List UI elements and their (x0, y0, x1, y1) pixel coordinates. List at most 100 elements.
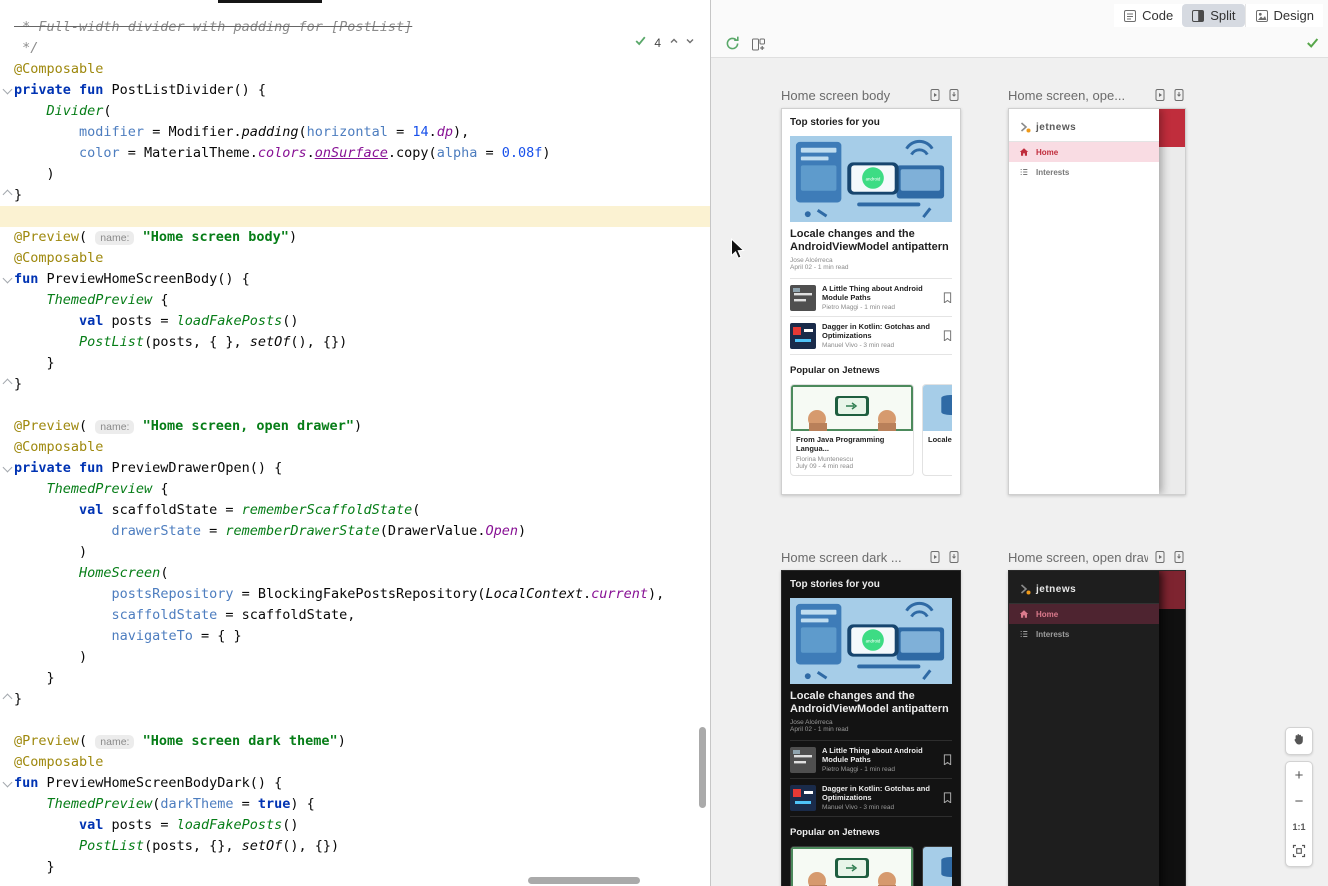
code-line[interactable]: @Composable (0, 437, 710, 458)
interactive-preview-icon[interactable] (1153, 88, 1167, 102)
code-line[interactable]: navigateTo = { } (0, 626, 710, 647)
code-line[interactable]: val posts = loadFakePosts() (0, 815, 710, 836)
code-lines[interactable]: * Full-width divider with padding for [P… (0, 17, 710, 878)
split-view-button[interactable]: Split (1182, 4, 1244, 27)
code-line[interactable]: val scaffoldState = rememberScaffoldStat… (0, 500, 710, 521)
code-line[interactable]: @Preview( name: "Home screen, open drawe… (0, 416, 710, 437)
code-line[interactable]: val posts = loadFakePosts() (0, 311, 710, 332)
jetnews-logo: jetnews (1009, 109, 1159, 141)
code-line[interactable]: fun PreviewHomeScreenBody() { (0, 269, 710, 290)
code-line[interactable]: @Composable (0, 752, 710, 773)
code-line[interactable]: postsRepository = BlockingFakePostsRepos… (0, 584, 710, 605)
preview-slot-home-screen-dark[interactable]: Home screen dark ... Top stories for you… (781, 544, 961, 886)
refresh-preview-icon[interactable] (724, 35, 741, 52)
popular-card[interactable]: Locale changes and the Andr... (922, 846, 952, 886)
post-row[interactable]: A Little Thing about Android Module Path… (790, 741, 952, 778)
drawer-item-home[interactable]: Home (1009, 142, 1159, 162)
code-line[interactable]: fun PreviewHomeScreenBodyDark() { (0, 773, 710, 794)
code-line[interactable]: } (0, 857, 710, 878)
code-line[interactable] (0, 395, 710, 416)
run-on-device-icon[interactable] (1172, 88, 1186, 102)
code-line[interactable]: */ (0, 38, 710, 59)
preview-slot-home-screen-body[interactable]: Home screen body Top stories for you and… (781, 82, 961, 495)
code-line[interactable]: PostList(posts, { }, setOf(), {}) (0, 332, 710, 353)
code-editor[interactable]: * Full-width divider with padding for [P… (0, 0, 711, 886)
bookmark-icon[interactable] (943, 292, 952, 304)
zoom-in-button[interactable]: + (1286, 762, 1312, 788)
hero-title: Locale changes and the AndroidViewModel … (790, 228, 952, 253)
code-line[interactable]: color = MaterialTheme.colors.onSurface.c… (0, 143, 710, 164)
post-row[interactable]: Dagger in Kotlin: Gotchas and Optimizati… (790, 317, 952, 354)
preview-slot-open-drawer-dark[interactable]: Home screen, open drawer dar... jetnews … (1008, 544, 1186, 886)
hero-article[interactable]: android Locale changes and the AndroidVi… (790, 136, 952, 271)
article-thumbnail (790, 785, 816, 811)
prev-issue-icon[interactable] (668, 34, 680, 52)
interactive-preview-icon[interactable] (928, 550, 942, 564)
code-line[interactable]: ThemedPreview(darkTheme = true) { (0, 794, 710, 815)
zoom-reset-button[interactable]: 1:1 (1286, 814, 1312, 840)
bookmark-icon[interactable] (943, 330, 952, 342)
code-line[interactable]: @Preview( name: "Home screen body") (0, 227, 710, 248)
post-row[interactable]: A Little Thing about Android Module Path… (790, 279, 952, 316)
run-on-device-icon[interactable] (947, 88, 961, 102)
zoom-to-fit-button[interactable] (1286, 840, 1312, 866)
hero-article[interactable]: android Locale changes and the AndroidVi… (790, 598, 952, 733)
drawer-item-home[interactable]: Home (1009, 604, 1159, 624)
bookmark-icon (943, 330, 952, 342)
code-line[interactable]: ) (0, 164, 710, 185)
code-line[interactable] (0, 710, 710, 731)
popular-card-image (923, 385, 952, 431)
next-issue-icon[interactable] (684, 34, 696, 52)
code-line[interactable]: modifier = Modifier.padding(horizontal =… (0, 122, 710, 143)
code-line[interactable]: @Composable (0, 248, 710, 269)
popular-card[interactable]: From Java Programming Langua... Florina … (790, 846, 914, 886)
code-line[interactable]: HomeScreen( (0, 563, 710, 584)
run-on-device-icon[interactable] (947, 550, 961, 564)
drawer-item-interests[interactable]: Interests (1009, 162, 1159, 182)
post-title: A Little Thing about Android Module Path… (822, 284, 937, 302)
vertical-scrollbar[interactable] (699, 727, 706, 808)
code-line[interactable]: Divider( (0, 101, 710, 122)
preview-title: Home screen dark ... (781, 550, 923, 565)
design-view-label: Design (1274, 8, 1314, 23)
bookmark-icon[interactable] (943, 754, 952, 766)
zoom-out-button[interactable]: − (1286, 788, 1312, 814)
code-line[interactable]: } (0, 668, 710, 689)
code-line[interactable]: private fun PreviewDrawerOpen() { (0, 458, 710, 479)
interactive-preview-icon[interactable] (928, 88, 942, 102)
interactive-preview-icon[interactable] (1153, 550, 1167, 564)
design-view-button[interactable]: Design (1245, 4, 1323, 27)
inspection-widget[interactable]: 4 (634, 34, 696, 52)
code-line[interactable]: @Composable (0, 59, 710, 80)
code-line[interactable]: } (0, 374, 710, 395)
horizontal-scrollbar[interactable] (528, 877, 640, 884)
code-line[interactable]: } (0, 185, 710, 206)
code-line[interactable] (0, 206, 710, 227)
post-row[interactable]: Dagger in Kotlin: Gotchas and Optimizati… (790, 779, 952, 816)
popular-card[interactable]: Locale changes and the Andr... (922, 384, 952, 476)
code-line[interactable]: * Full-width divider with padding for [P… (0, 17, 710, 38)
view-options-icon[interactable] (751, 37, 766, 52)
popular-card[interactable]: From Java Programming Langua... Florina … (790, 384, 914, 476)
code-line[interactable]: scaffoldState = scaffoldState, (0, 605, 710, 626)
run-on-device-icon[interactable] (1172, 550, 1186, 564)
code-view-button[interactable]: Code (1114, 4, 1182, 27)
post-list: Top stories for you android Locale chang… (782, 109, 960, 495)
bookmark-icon (943, 792, 952, 804)
code-line[interactable]: PostList(posts, {}, setOf(), {}) (0, 836, 710, 857)
code-line[interactable]: drawerState = rememberDrawerState(Drawer… (0, 521, 710, 542)
bookmark-icon[interactable] (943, 792, 952, 804)
code-line[interactable]: } (0, 353, 710, 374)
pan-tool-button[interactable] (1285, 727, 1313, 755)
code-line[interactable]: ThemedPreview { (0, 290, 710, 311)
drawer-item-interests[interactable]: Interests (1009, 624, 1159, 644)
code-line[interactable]: ) (0, 542, 710, 563)
code-line[interactable]: ThemedPreview { (0, 479, 710, 500)
preview-slot-home-screen-open-drawer[interactable]: Home screen, ope... jetnews HomeInterest… (1008, 82, 1186, 495)
popular-meta (923, 447, 952, 452)
code-line[interactable]: @Preview( name: "Home screen dark theme"… (0, 731, 710, 752)
code-view-icon (1123, 9, 1137, 23)
code-line[interactable]: } (0, 689, 710, 710)
code-line[interactable]: private fun PostListDivider() { (0, 80, 710, 101)
code-line[interactable]: ) (0, 647, 710, 668)
